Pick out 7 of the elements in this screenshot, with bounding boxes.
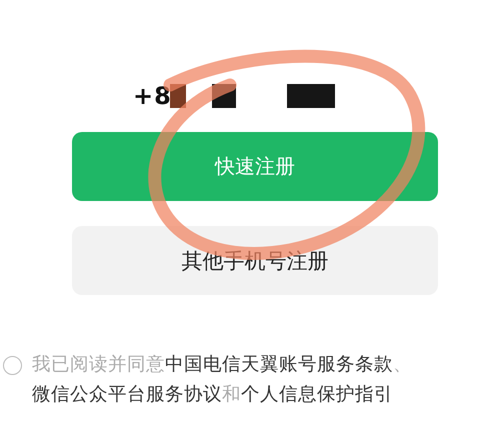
terms-link[interactable]: 个人信息保护指引	[241, 384, 393, 405]
agreement-text: 我已阅读并同意中国电信天翼账号服务条款、 微信公众平台服务协议和个人信息保护指引	[32, 353, 413, 407]
phone-number: +8	[133, 82, 172, 110]
terms-link[interactable]: 微信公众平台服务协议	[32, 384, 222, 405]
other-number-button[interactable]: 其他手机号注册	[72, 226, 438, 295]
terms-link[interactable]: 中国电信天翼账号服务条款	[165, 354, 393, 375]
agree-radio[interactable]	[3, 356, 22, 375]
